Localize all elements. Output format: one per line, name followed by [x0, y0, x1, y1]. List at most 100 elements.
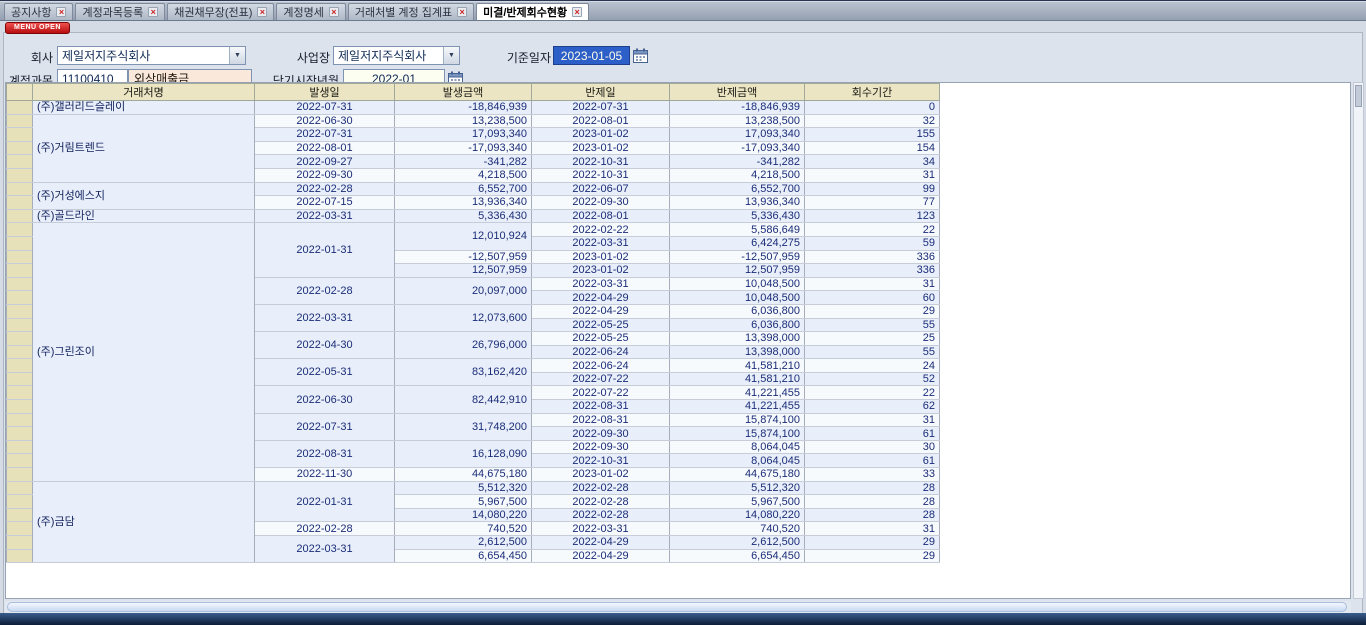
row-selector[interactable]: [7, 427, 33, 441]
settlement-date-cell[interactable]: 2022-02-22: [532, 223, 670, 237]
calendar-icon[interactable]: [633, 48, 648, 63]
occurrence-amount-cell[interactable]: 12,010,924: [395, 223, 532, 250]
settlement-date-cell[interactable]: 2022-10-31: [532, 454, 670, 468]
collection-days-cell[interactable]: 55: [805, 318, 940, 332]
settlement-amount-cell[interactable]: 5,336,430: [670, 209, 805, 223]
settlement-amount-cell[interactable]: 13,238,500: [670, 114, 805, 128]
occurrence-date-cell[interactable]: 2022-07-31: [255, 128, 395, 142]
settlement-date-cell[interactable]: 2022-05-25: [532, 318, 670, 332]
occurrence-date-cell[interactable]: 2022-02-28: [255, 277, 395, 304]
occurrence-date-cell[interactable]: 2022-01-31: [255, 481, 395, 522]
row-selector[interactable]: [7, 264, 33, 278]
row-selector[interactable]: [7, 196, 33, 210]
tab-5[interactable]: 거래처별 계정 집계표×: [348, 3, 474, 20]
occurrence-amount-cell[interactable]: 4,218,500: [395, 168, 532, 182]
settlement-amount-cell[interactable]: 15,874,100: [670, 413, 805, 427]
tab-4[interactable]: 계정명세×: [276, 3, 345, 20]
occurrence-amount-cell[interactable]: 13,238,500: [395, 114, 532, 128]
column-header-2[interactable]: 발생일: [255, 84, 395, 101]
row-selector[interactable]: [7, 359, 33, 373]
customer-cell[interactable]: (주)거림트렌드: [33, 114, 255, 182]
tab-close-icon[interactable]: ×: [457, 7, 467, 17]
row-selector[interactable]: [7, 223, 33, 237]
occurrence-amount-cell[interactable]: 82,442,910: [395, 386, 532, 413]
settlement-date-cell[interactable]: 2022-07-22: [532, 372, 670, 386]
settlement-amount-cell[interactable]: 10,048,500: [670, 291, 805, 305]
tab-close-icon[interactable]: ×: [572, 7, 582, 17]
row-selector[interactable]: [7, 128, 33, 142]
settlement-date-cell[interactable]: 2022-07-22: [532, 386, 670, 400]
row-selector[interactable]: [7, 468, 33, 482]
settlement-amount-cell[interactable]: 13,936,340: [670, 196, 805, 210]
site-select[interactable]: 제일저지주식회사 ▼: [333, 46, 460, 65]
collection-days-cell[interactable]: 29: [805, 549, 940, 563]
row-selector[interactable]: [7, 291, 33, 305]
settlement-date-cell[interactable]: 2023-01-02: [532, 250, 670, 264]
occurrence-amount-cell[interactable]: 12,073,600: [395, 304, 532, 331]
collection-days-cell[interactable]: 77: [805, 196, 940, 210]
settlement-date-cell[interactable]: 2022-07-31: [532, 101, 670, 115]
column-header-4[interactable]: 반제일: [532, 84, 670, 101]
collection-days-cell[interactable]: 32: [805, 114, 940, 128]
settlement-amount-cell[interactable]: 41,581,210: [670, 359, 805, 373]
row-selector[interactable]: [7, 536, 33, 550]
customer-cell[interactable]: (주)갤러리드슬레이: [33, 101, 255, 115]
occurrence-amount-cell[interactable]: 44,675,180: [395, 468, 532, 482]
settlement-date-cell[interactable]: 2023-01-02: [532, 128, 670, 142]
settlement-date-cell[interactable]: 2022-02-28: [532, 508, 670, 522]
settlement-amount-cell[interactable]: 5,967,500: [670, 495, 805, 509]
settlement-amount-cell[interactable]: 10,048,500: [670, 277, 805, 291]
company-select[interactable]: 제일저지주식회사 ▼: [57, 46, 246, 65]
collection-days-cell[interactable]: 61: [805, 427, 940, 441]
column-header-6[interactable]: 회수기간: [805, 84, 940, 101]
tab-close-icon[interactable]: ×: [56, 7, 66, 17]
row-selector[interactable]: [7, 400, 33, 414]
settlement-date-cell[interactable]: 2022-10-31: [532, 155, 670, 169]
collection-days-cell[interactable]: 28: [805, 495, 940, 509]
settlement-date-cell[interactable]: 2022-04-29: [532, 291, 670, 305]
tab-1[interactable]: 공지사항×: [4, 3, 73, 20]
occurrence-date-cell[interactable]: 2022-06-30: [255, 386, 395, 413]
settlement-date-cell[interactable]: 2023-01-02: [532, 468, 670, 482]
settlement-date-cell[interactable]: 2022-05-25: [532, 332, 670, 346]
settlement-amount-cell[interactable]: -18,846,939: [670, 101, 805, 115]
settlement-amount-cell[interactable]: 8,064,045: [670, 440, 805, 454]
collection-days-cell[interactable]: 22: [805, 386, 940, 400]
occurrence-date-cell[interactable]: 2022-04-30: [255, 332, 395, 359]
settlement-amount-cell[interactable]: 41,221,455: [670, 400, 805, 414]
row-selector[interactable]: [7, 549, 33, 563]
settlement-amount-cell[interactable]: -12,507,959: [670, 250, 805, 264]
collection-days-cell[interactable]: 52: [805, 372, 940, 386]
occurrence-amount-cell[interactable]: 5,512,320: [395, 481, 532, 495]
collection-days-cell[interactable]: 25: [805, 332, 940, 346]
settlement-amount-cell[interactable]: 15,874,100: [670, 427, 805, 441]
collection-days-cell[interactable]: 155: [805, 128, 940, 142]
row-selector[interactable]: [7, 182, 33, 196]
row-selector[interactable]: [7, 413, 33, 427]
customer-cell[interactable]: (주)거성에스지: [33, 182, 255, 209]
occurrence-amount-cell[interactable]: 31,748,200: [395, 413, 532, 440]
occurrence-date-cell[interactable]: 2022-03-31: [255, 209, 395, 223]
settlement-date-cell[interactable]: 2022-08-01: [532, 209, 670, 223]
collection-days-cell[interactable]: 24: [805, 359, 940, 373]
occurrence-amount-cell[interactable]: 83,162,420: [395, 359, 532, 386]
row-selector[interactable]: [7, 304, 33, 318]
collection-days-cell[interactable]: 34: [805, 155, 940, 169]
collection-days-cell[interactable]: 336: [805, 250, 940, 264]
row-selector[interactable]: [7, 386, 33, 400]
collection-days-cell[interactable]: 31: [805, 277, 940, 291]
settlement-amount-cell[interactable]: -17,093,340: [670, 141, 805, 155]
occurrence-amount-cell[interactable]: 5,967,500: [395, 495, 532, 509]
settlement-amount-cell[interactable]: 6,036,800: [670, 304, 805, 318]
settlement-date-cell[interactable]: 2022-02-28: [532, 495, 670, 509]
occurrence-date-cell[interactable]: 2022-01-31: [255, 223, 395, 277]
tab-close-icon[interactable]: ×: [329, 7, 339, 17]
tab-close-icon[interactable]: ×: [257, 7, 267, 17]
settlement-amount-cell[interactable]: -341,282: [670, 155, 805, 169]
settlement-date-cell[interactable]: 2022-04-29: [532, 549, 670, 563]
settlement-amount-cell[interactable]: 5,586,649: [670, 223, 805, 237]
settlement-date-cell[interactable]: 2022-06-24: [532, 359, 670, 373]
settlement-date-cell[interactable]: 2022-03-31: [532, 277, 670, 291]
collection-days-cell[interactable]: 33: [805, 468, 940, 482]
occurrence-date-cell[interactable]: 2022-05-31: [255, 359, 395, 386]
